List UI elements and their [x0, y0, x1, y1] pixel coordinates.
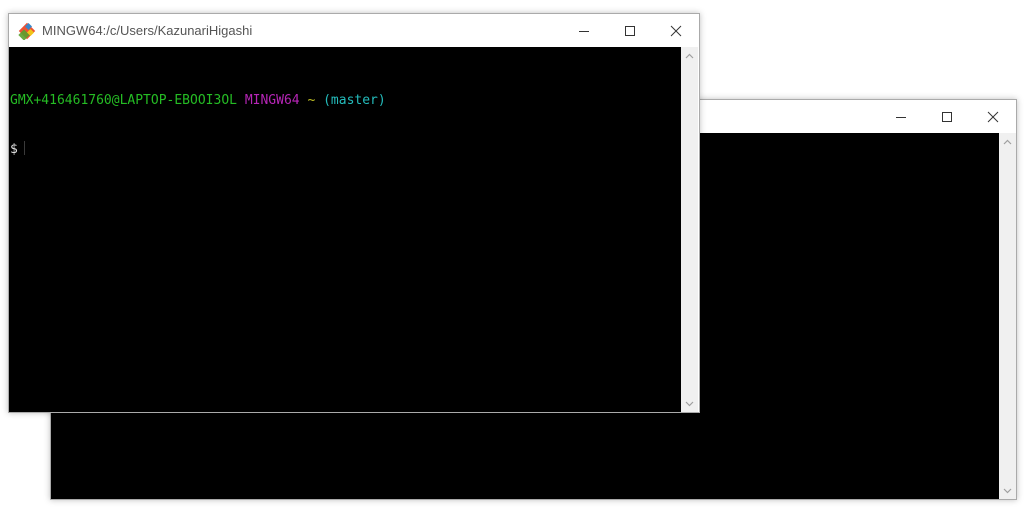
front-terminal-window[interactable]: MINGW64:/c/Users/KazunariHigashi GMX+416… — [8, 13, 700, 413]
maximize-icon — [625, 25, 635, 36]
back-scroll-up-button[interactable] — [999, 133, 1016, 150]
minimize-icon — [579, 30, 589, 32]
back-close-button[interactable] — [970, 100, 1016, 133]
chevron-down-icon — [685, 401, 694, 406]
input-line[interactable]: $ — [10, 141, 386, 157]
git-icon — [18, 22, 36, 40]
front-vertical-scrollbar[interactable] — [681, 47, 698, 412]
front-maximize-button[interactable] — [607, 14, 653, 47]
prompt-user-host: GMX+416461760@LAPTOP-EBOOI3OL — [10, 93, 237, 108]
back-scroll-down-button[interactable] — [999, 482, 1016, 499]
front-scroll-down-button[interactable] — [681, 395, 698, 412]
chevron-up-icon — [685, 53, 694, 58]
chevron-down-icon — [1003, 488, 1012, 493]
front-close-button[interactable] — [653, 14, 699, 47]
prompt-symbol: $ — [10, 142, 18, 157]
text-cursor — [23, 141, 25, 155]
front-console-area[interactable]: GMX+416461760@LAPTOP-EBOOI3OL MINGW64 ~ … — [9, 47, 681, 412]
prompt-line: GMX+416461760@LAPTOP-EBOOI3OL MINGW64 ~ … — [10, 93, 386, 109]
front-titlebar[interactable]: MINGW64:/c/Users/KazunariHigashi — [9, 14, 699, 47]
chevron-up-icon — [1003, 139, 1012, 144]
maximize-icon — [942, 111, 952, 122]
close-icon — [987, 111, 999, 122]
front-window-title: MINGW64:/c/Users/KazunariHigashi — [42, 23, 253, 38]
close-icon — [670, 25, 682, 36]
terminal-output: GMX+416461760@LAPTOP-EBOOI3OL MINGW64 ~ … — [10, 61, 386, 189]
front-scroll-up-button[interactable] — [681, 47, 698, 64]
back-minimize-button[interactable] — [878, 100, 924, 133]
prompt-branch: (master) — [323, 93, 386, 108]
back-maximize-button[interactable] — [924, 100, 970, 133]
minimize-icon — [896, 116, 906, 118]
prompt-path: ~ — [307, 93, 316, 108]
back-vertical-scrollbar[interactable] — [999, 133, 1016, 499]
prompt-system: MINGW64 — [244, 93, 300, 108]
front-minimize-button[interactable] — [561, 14, 607, 47]
